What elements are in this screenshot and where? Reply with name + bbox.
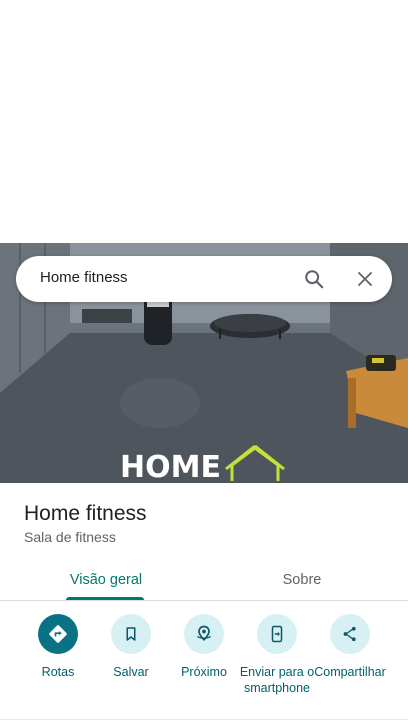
nearby-circle [184,614,224,654]
tab-selected-indicator [66,597,144,600]
share-icon [343,626,356,642]
save-circle [111,614,151,654]
share-label: Compartilhar [314,665,386,679]
place-category[interactable]: Sala de fitness [24,529,116,545]
close-icon [358,272,372,286]
send-to-phone-circle [257,614,297,654]
tab-overview[interactable]: Visão geral [59,560,153,600]
bookmark-icon [126,627,136,641]
directions-label: Rotas [41,665,75,679]
map-blank-area [0,0,408,243]
search-button[interactable] [299,264,329,294]
save-label: Salvar [113,665,149,679]
send-to-phone-icon [271,625,283,643]
search-bar[interactable]: Home fitness [16,256,392,302]
directions-icon [49,625,67,643]
photo-logo-text: HOME [120,450,221,483]
search-query-text[interactable]: Home fitness [40,269,128,286]
save-button[interactable]: Salvar [91,612,171,680]
tab-about[interactable]: Sobre [260,560,344,600]
nearby-label: Próximo [181,665,227,679]
send-to-phone-label: Enviar para o smartphone [239,665,315,695]
share-button[interactable]: Compartilhar [310,612,390,680]
nearby-icon [196,625,212,642]
nearby-button[interactable]: Próximo [164,612,244,680]
send-to-phone-button[interactable]: Enviar para o smartphone [237,612,317,696]
place-title: Home fitness [24,502,147,525]
close-button[interactable] [350,264,380,294]
search-icon [305,270,324,289]
directions-button[interactable]: Rotas [18,612,98,680]
action-buttons: Rotas Salvar Próximo Enviar para o smart… [0,612,408,717]
place-tabs: Visão geral Sobre [0,560,408,601]
share-circle [330,614,370,654]
directions-circle [38,614,78,654]
divider [0,719,408,720]
